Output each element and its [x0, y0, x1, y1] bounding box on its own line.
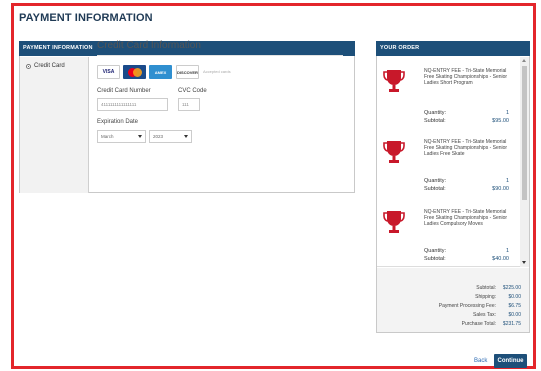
payment-method-credit-card[interactable]: Credit Card	[20, 57, 88, 69]
subtotal-label: Subtotal:	[424, 186, 446, 192]
chevron-down-icon	[138, 135, 142, 138]
subtotal-value: $95.00	[492, 118, 509, 124]
totals-row-shipping: Shipping: $0.00	[475, 294, 521, 300]
continue-button[interactable]: Continue	[494, 354, 527, 368]
page-title: PAYMENT INFORMATION	[19, 12, 153, 24]
subtotal-value: $40.00	[492, 256, 509, 262]
card-number-label: Credit Card Number	[97, 88, 151, 94]
accepted-cards-text: Accepted cards	[203, 69, 231, 74]
order-item-name: NQ-ENTRY FEE - Tri-State Memorial Free S…	[424, 209, 508, 227]
scroll-up-arrow-icon[interactable]	[522, 59, 526, 62]
order-scrollbar[interactable]	[520, 57, 529, 267]
totals-row-subtotal: Subtotal: $225.00	[476, 285, 521, 291]
order-item: NQ-ENTRY FEE - Tri-State Memorial Free S…	[377, 207, 517, 266]
order-item-name: NQ-ENTRY FEE - Tri-State Memorial Free S…	[424, 68, 508, 86]
back-link[interactable]: Back	[474, 358, 487, 364]
credit-card-section-title: Credit Card Information	[97, 40, 201, 51]
visa-card-icon: VISA	[97, 65, 120, 79]
expiration-month-select[interactable]: March	[97, 130, 146, 143]
quantity-value: 1	[505, 248, 509, 254]
card-number-input[interactable]: 4111111111111111	[97, 98, 168, 111]
trophy-icon	[383, 141, 405, 163]
section-divider	[97, 55, 343, 56]
quantity-value: 1	[505, 178, 509, 184]
mastercard-card-icon	[123, 65, 146, 79]
quantity-label: Quantity:	[424, 248, 447, 254]
order-panel-header: YOUR ORDER	[376, 41, 530, 56]
expiration-year-select[interactable]: 2023	[149, 130, 192, 143]
mastercard-logo-icon	[127, 67, 142, 77]
subtotal-label: Subtotal:	[424, 118, 446, 124]
order-totals: Subtotal: $225.00 Shipping: $0.00 Paymen…	[377, 268, 529, 332]
payment-method-label: Credit Card	[34, 63, 65, 69]
totals-row-sales-tax: Sales Tax: $0.00	[473, 312, 521, 318]
trophy-icon	[383, 70, 405, 92]
discover-card-icon: DISCOVER	[176, 65, 199, 79]
order-item-name: NQ-ENTRY FEE - Tri-State Memorial Free S…	[424, 139, 508, 157]
amex-card-icon: AMEX	[149, 65, 172, 79]
chevron-down-icon	[184, 135, 188, 138]
order-item: NQ-ENTRY FEE - Tri-State Memorial Free S…	[377, 66, 517, 134]
totals-row-processing-fee: Payment Processing Fee: $6.75	[438, 303, 521, 309]
cvc-label: CVC Code	[178, 88, 207, 94]
payment-method-nav: Credit Card	[20, 57, 89, 193]
payment-information-panel: PAYMENT INFORMATION Credit Card	[19, 41, 355, 193]
radio-selected-icon[interactable]	[26, 63, 31, 69]
payment-page-frame: PAYMENT INFORMATION PAYMENT INFORMATION …	[11, 3, 536, 369]
quantity-label: Quantity:	[424, 110, 447, 116]
scroll-down-arrow-icon[interactable]	[522, 261, 526, 264]
totals-row-purchase-total: Purchase Total: $231.75	[461, 321, 521, 327]
trophy-icon	[383, 211, 405, 233]
expiration-label: Expiration Date	[97, 119, 139, 125]
quantity-value: 1	[505, 110, 509, 116]
your-order-panel: YOUR ORDER NQ-ENTRY FEE - Tri-State Memo…	[376, 41, 530, 333]
subtotal-value: $90.00	[492, 186, 509, 192]
subtotal-label: Subtotal:	[424, 256, 446, 262]
cvc-input[interactable]: 111	[178, 98, 200, 111]
order-item: NQ-ENTRY FEE - Tri-State Memorial Free S…	[377, 137, 517, 205]
quantity-label: Quantity:	[424, 178, 447, 184]
order-items-list[interactable]: NQ-ENTRY FEE - Tri-State Memorial Free S…	[377, 57, 529, 267]
scrollbar-thumb[interactable]	[522, 66, 527, 200]
